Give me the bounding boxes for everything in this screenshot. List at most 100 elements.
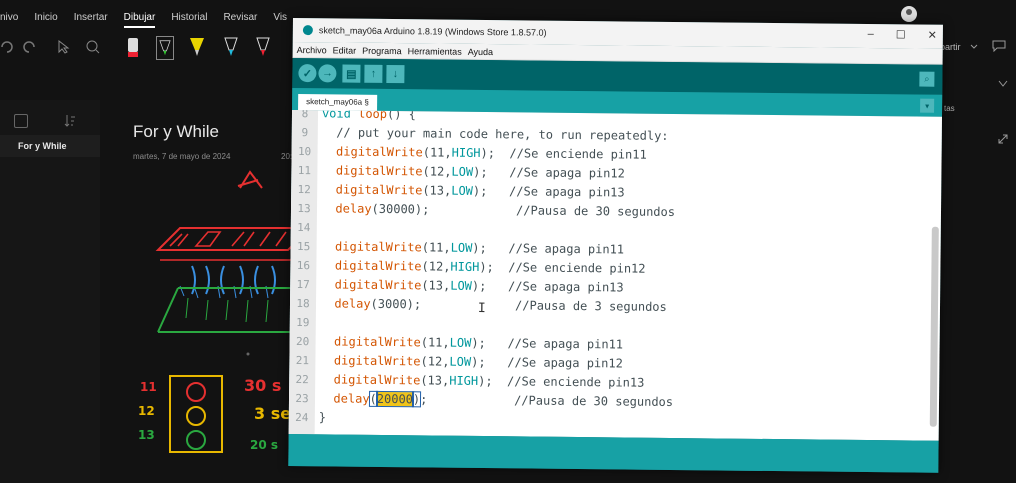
code-token: ); bbox=[471, 354, 508, 370]
ink-drawing bbox=[155, 170, 300, 453]
code-token: //Se apaga pin12 bbox=[507, 355, 623, 371]
eraser-pen-icon[interactable] bbox=[124, 36, 142, 60]
code-token: // put your main code here, to run repea… bbox=[321, 125, 669, 143]
open-sketch-button[interactable]: ↑ bbox=[364, 64, 383, 83]
menu-ayuda[interactable]: Ayuda bbox=[468, 46, 493, 56]
code-token: //Pausa de 30 segundos bbox=[516, 203, 676, 220]
code-token: (13, bbox=[422, 183, 452, 198]
notes-menu-inicio[interactable]: Inicio bbox=[34, 8, 57, 28]
code-token: (11, bbox=[421, 240, 451, 255]
code-token: ); bbox=[479, 259, 509, 275]
line-number: 8 bbox=[301, 109, 309, 121]
code-token: digitalWrite bbox=[334, 277, 422, 293]
sort-icon[interactable] bbox=[64, 114, 76, 128]
tab-menu-button[interactable]: ▾ bbox=[920, 98, 935, 113]
code-editor[interactable]: 8 void loop() {9 // put your main code he… bbox=[288, 109, 943, 441]
side-label: tas bbox=[944, 104, 955, 113]
pen-green-icon[interactable] bbox=[156, 36, 174, 60]
code-token: //Se enciende pin13 bbox=[507, 374, 645, 390]
undo-icon[interactable] bbox=[0, 40, 14, 54]
code-token: //Pausa de 30 segundos bbox=[514, 393, 674, 410]
line-number: 22 bbox=[295, 373, 309, 387]
notes-menu-archivo[interactable]: nivo bbox=[0, 8, 18, 28]
notes-menu-revisar[interactable]: Revisar bbox=[223, 8, 257, 28]
notes-menu-historial[interactable]: Historial bbox=[171, 8, 207, 28]
new-page-icon[interactable] bbox=[14, 114, 28, 128]
ide-status-bar bbox=[288, 433, 939, 473]
code-token: ); bbox=[480, 145, 510, 161]
notes-sidebar bbox=[0, 100, 100, 483]
notes-menu-insertar[interactable]: Insertar bbox=[74, 8, 108, 28]
code-token: HIGH bbox=[450, 259, 480, 274]
notes-menu-vista[interactable]: Vis bbox=[273, 8, 287, 28]
code-token: () { bbox=[386, 109, 417, 122]
share-button[interactable]: partir bbox=[940, 42, 961, 52]
ink-label-pin11: 11 bbox=[140, 380, 157, 394]
pen-red-icon[interactable] bbox=[254, 36, 272, 60]
code-token: LOW bbox=[450, 240, 473, 255]
upload-button[interactable]: → bbox=[318, 64, 337, 83]
line-number: 16 bbox=[296, 259, 311, 273]
code-token: //Pausa de 3 segundos bbox=[515, 298, 667, 314]
code-token: (3000); bbox=[370, 296, 422, 312]
save-sketch-button[interactable]: ↓ bbox=[386, 64, 405, 84]
code-token: //Se apaga pin11 bbox=[508, 241, 625, 257]
share-chevron-icon[interactable] bbox=[970, 44, 978, 50]
code-token: digitalWrite bbox=[335, 182, 423, 198]
notes-menu-dibujar[interactable]: Dibujar bbox=[123, 8, 156, 28]
comment-icon[interactable] bbox=[992, 40, 1006, 52]
menu-programa[interactable]: Programa bbox=[362, 45, 402, 55]
arduino-app-icon bbox=[302, 25, 313, 36]
code-token: HIGH bbox=[451, 145, 481, 160]
code-token: delay bbox=[334, 296, 371, 311]
notes-draw-toolbar bbox=[0, 32, 300, 64]
select-cursor-icon[interactable] bbox=[58, 40, 70, 54]
serial-monitor-button[interactable]: ⌕ bbox=[919, 71, 935, 87]
section-item-for-y-while[interactable]: For y While bbox=[0, 135, 100, 157]
line-number: 11 bbox=[297, 164, 312, 178]
line-number: 9 bbox=[301, 126, 309, 140]
line-number: 23 bbox=[295, 392, 309, 406]
code-token: //Se apaga pin13 bbox=[508, 279, 624, 295]
redo-icon[interactable] bbox=[22, 40, 36, 54]
menu-editar[interactable]: Editar bbox=[333, 45, 357, 55]
line-number: 19 bbox=[296, 316, 310, 330]
code-token: (11, bbox=[420, 335, 450, 350]
verify-button[interactable]: ✓ bbox=[298, 64, 317, 83]
new-sketch-button[interactable]: ▤ bbox=[342, 64, 361, 83]
pen-blue-icon[interactable] bbox=[222, 36, 240, 60]
window-title: sketch_may06a Arduino 1.8.19 (Windows St… bbox=[318, 25, 547, 38]
selected-text: 20000 bbox=[375, 390, 415, 408]
close-icon[interactable]: ✕ bbox=[928, 29, 937, 42]
expand-icon[interactable] bbox=[998, 80, 1008, 88]
arduino-ide-window: sketch_may06a Arduino 1.8.19 (Windows St… bbox=[288, 18, 943, 473]
code-token: delay bbox=[335, 201, 372, 216]
fullscreen-icon[interactable] bbox=[998, 134, 1008, 144]
code-token: ); bbox=[471, 335, 508, 351]
line-number: 15 bbox=[296, 240, 311, 254]
minimize-icon[interactable]: – bbox=[868, 28, 874, 41]
code-token: } bbox=[318, 410, 327, 425]
line-number: 18 bbox=[296, 297, 310, 311]
code-token: digitalWrite bbox=[333, 372, 421, 388]
menu-archivo[interactable]: Archivo bbox=[297, 45, 327, 55]
tab-sketch-may06a[interactable]: sketch_may06a § bbox=[298, 94, 377, 111]
highlighter-yellow-icon[interactable] bbox=[188, 36, 206, 60]
account-icon[interactable] bbox=[900, 5, 918, 23]
code-token: (12, bbox=[421, 259, 451, 274]
lasso-icon[interactable] bbox=[86, 40, 100, 54]
code-token: digitalWrite bbox=[335, 163, 423, 179]
maximize-icon[interactable]: ☐ bbox=[896, 28, 906, 41]
line-number: 20 bbox=[295, 335, 310, 349]
line-number: 13 bbox=[297, 202, 311, 216]
line-number: 14 bbox=[297, 221, 311, 235]
menu-herramientas[interactable]: Herramientas bbox=[408, 46, 462, 57]
code-token: ); bbox=[473, 164, 510, 180]
